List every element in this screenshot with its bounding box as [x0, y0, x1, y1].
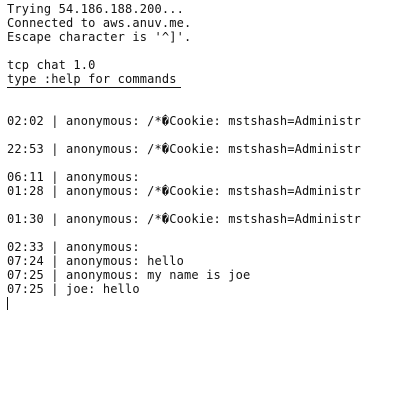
chat-message-line: 07:25 | joe: hello — [7, 282, 140, 296]
chat-message-line: 06:11 | anonymous: — [7, 170, 140, 184]
banner-title: tcp chat 1.0 — [7, 58, 96, 72]
chat-message-line: 02:33 | anonymous: — [7, 240, 140, 254]
chat-message-line: 01:28 | anonymous: /*�Cookie: mstshash=A… — [7, 184, 361, 198]
banner-help-text: type :help for commands — [7, 72, 177, 86]
connection-connected-line: Connected to aws.anuv.me. — [7, 16, 192, 30]
chat-message-line: 02:02 | anonymous: /*�Cookie: mstshash=A… — [7, 114, 361, 128]
chat-message-line: 07:24 | anonymous: hello — [7, 254, 184, 268]
connection-escape-line: Escape character is '^]'. — [7, 30, 192, 44]
chat-message-line: 01:30 | anonymous: /*�Cookie: mstshash=A… — [7, 212, 361, 226]
banner-divider — [7, 87, 181, 88]
chat-message-line: 22:53 | anonymous: /*�Cookie: mstshash=A… — [7, 142, 361, 156]
terminal-window[interactable]: Trying 54.186.188.200... Connected to aw… — [0, 0, 420, 420]
connection-trying-line: Trying 54.186.188.200... — [7, 2, 184, 16]
chat-message-line: 07:25 | anonymous: my name is joe — [7, 268, 251, 282]
text-cursor[interactable] — [7, 297, 8, 310]
